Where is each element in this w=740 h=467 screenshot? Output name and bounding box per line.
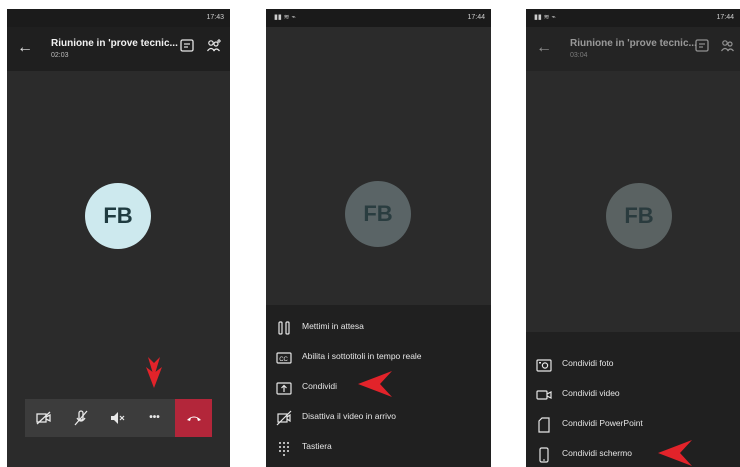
menu-item-label: Condividi video [562,388,620,398]
status-time: 17:44 [467,14,485,21]
back-arrow-icon[interactable]: ← [536,39,552,57]
share-icon [276,382,292,395]
mic-off-button[interactable] [62,399,99,437]
keypad-icon [279,442,289,456]
status-bar: ▮▮ ≋ ⌁ 17:44 [526,9,740,27]
menu-item-share-photo[interactable]: Condividi foto [526,350,740,380]
menu-item-label: Condividi schermo [562,448,632,458]
menu-item-hold[interactable]: Mettimi in attesa [266,313,491,343]
menu-item-label: Tastiera [302,441,332,451]
phone-screen-share-menu: ▮▮ ≋ ⌁ 17:44 ← Riunione in 'prove tecnic… [526,9,740,467]
speaker-mute-button[interactable] [99,399,136,437]
call-duration: 02:03 [51,52,69,59]
svg-text:CC: CC [279,357,288,363]
call-header: ← Riunione in 'prove tecnic... 03:04 [526,27,740,71]
meeting-title: Riunione in 'prove tecnic... [51,38,178,49]
menu-item-share-powerpoint[interactable]: Condividi PowerPoint [526,410,740,440]
menu-item-share-screen[interactable]: Condividi schermo [526,440,740,467]
status-time: 17:44 [716,14,734,21]
participant-avatar: FB [85,183,151,249]
incoming-video-off-icon [276,410,292,426]
participants-icon[interactable] [206,38,222,54]
chat-icon[interactable] [179,38,195,54]
menu-item-label: Mettimi in attesa [302,321,364,331]
menu-item-label: Abilita i sottotitoli in tempo reale [302,351,422,361]
video-off-button[interactable] [25,399,62,437]
phone-screen-icon [539,447,549,463]
status-bar: ▮▮ ≋ ⌁ 17:44 [266,9,491,27]
menu-item-share-video[interactable]: Condividi video [526,380,740,410]
powerpoint-icon [538,417,550,433]
phone-screen-more-menu: ▮▮ ≋ ⌁ 17:44 FB Mettimi in attesa CC Abi… [266,9,491,467]
menu-item-keypad[interactable]: Tastiera [266,433,491,463]
share-options-sheet: Condividi foto Condividi video Condividi… [526,332,740,467]
hang-up-icon [186,416,201,421]
call-controls-bar: ••• [25,399,212,437]
red-arrow-pointer-icon [358,371,392,397]
red-arrow-pointer-icon [146,357,162,388]
menu-item-label: Disattiva il video in arrivo [302,411,397,421]
chat-icon[interactable] [694,38,710,54]
video-off-icon [35,411,51,425]
back-arrow-icon[interactable]: ← [17,39,33,57]
more-options-sheet: Mettimi in attesa CC Abilita i sottotito… [266,305,491,467]
participant-avatar: FB [606,183,672,249]
mic-off-icon [74,410,87,426]
phone-screen-call: 17:43 ← Riunione in 'prove tecnic... 02:… [7,9,230,467]
status-bar: 17:43 [7,9,230,27]
menu-item-label: Condividi PowerPoint [562,418,643,428]
more-options-button[interactable]: ••• [136,399,173,437]
video-icon [536,390,552,400]
call-header: ← Riunione in 'prove tecnic... 02:03 [7,27,230,71]
participants-icon[interactable] [720,38,736,54]
hold-icon [278,321,290,335]
menu-item-label: Condividi foto [562,358,614,368]
hang-up-button[interactable] [175,399,212,437]
red-arrow-pointer-icon [658,440,692,466]
call-duration: 03:04 [570,52,588,59]
participant-avatar: FB [345,181,411,247]
meeting-title: Riunione in 'prove tecnic... [570,38,697,49]
speaker-mute-icon [110,412,124,424]
status-time: 17:43 [206,14,224,21]
menu-item-label: Condividi [302,381,337,391]
menu-item-disable-incoming-video[interactable]: Disattiva il video in arrivo [266,403,491,433]
photo-icon [536,359,552,372]
signal-icon: ▮▮ ≋ ⌁ [534,14,556,21]
captions-icon: CC [276,352,292,364]
signal-icon: ▮▮ ≋ ⌁ [274,14,296,21]
menu-item-captions[interactable]: CC Abilita i sottotitoli in tempo reale [266,343,491,373]
